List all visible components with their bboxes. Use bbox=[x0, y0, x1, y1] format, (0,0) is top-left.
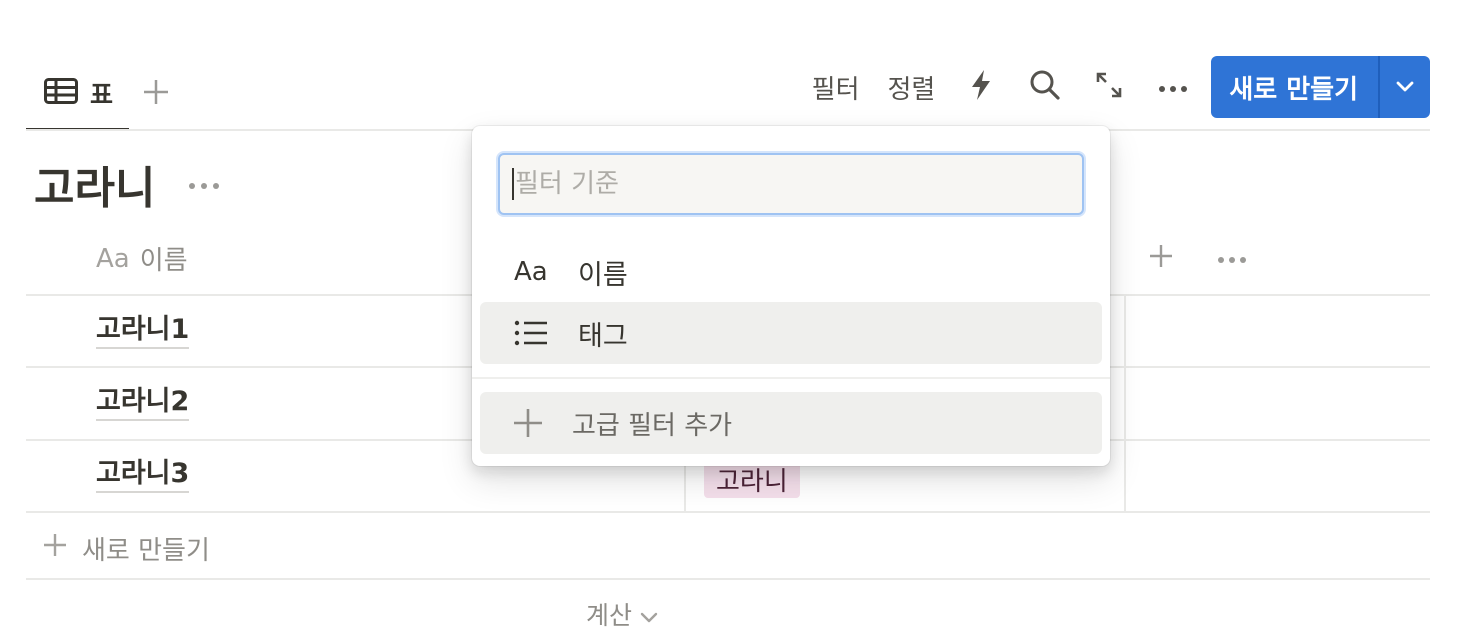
filter-popup: Aa 이름 태그 고급 필터 추가 bbox=[472, 126, 1110, 466]
expand-arrows-icon bbox=[1094, 70, 1124, 104]
column-header-name[interactable]: Aa 이름 bbox=[96, 240, 188, 277]
new-record-button[interactable]: 새로 만들기 bbox=[1211, 56, 1378, 118]
database-title[interactable]: 고라니 bbox=[34, 152, 155, 216]
calculate-button[interactable]: 계산 bbox=[586, 596, 658, 632]
new-row-button[interactable]: 새로 만들기 bbox=[42, 530, 210, 567]
text-type-icon: Aa bbox=[514, 257, 548, 287]
popup-divider bbox=[472, 377, 1110, 379]
add-column-button[interactable] bbox=[1146, 243, 1176, 273]
view-tabs: 표 bbox=[26, 56, 171, 132]
list-icon bbox=[480, 320, 550, 346]
column-header-name-label: 이름 bbox=[139, 246, 188, 276]
plus-icon bbox=[1148, 243, 1174, 273]
column-divider bbox=[1124, 295, 1126, 512]
database-title-more-button[interactable] bbox=[186, 172, 222, 196]
tab-table-label: 표 bbox=[90, 79, 114, 109]
chevron-down-icon bbox=[640, 600, 658, 629]
add-advanced-filter-label: 고급 필터 추가 bbox=[572, 410, 733, 441]
automation-button[interactable] bbox=[949, 63, 1013, 111]
chevron-down-icon bbox=[1395, 78, 1415, 97]
calculate-label: 계산 bbox=[586, 601, 633, 630]
plus-icon bbox=[142, 78, 170, 110]
new-record-button-group: 새로 만들기 bbox=[1211, 56, 1430, 118]
add-view-button[interactable] bbox=[141, 79, 171, 109]
table-row-name[interactable]: 고라니1 bbox=[96, 313, 190, 349]
add-advanced-filter-button[interactable]: 고급 필터 추가 bbox=[480, 392, 1102, 454]
filter-option-label: 태그 bbox=[578, 320, 628, 352]
filter-search-box bbox=[498, 153, 1084, 215]
tab-table-view[interactable]: 표 bbox=[26, 57, 130, 131]
filter-option-label: 이름 bbox=[578, 259, 628, 291]
sort-button[interactable]: 정렬 bbox=[874, 69, 950, 106]
filter-search-input[interactable] bbox=[514, 169, 1082, 199]
filter-button[interactable]: 필터 bbox=[798, 69, 874, 106]
text-type-icon: Aa bbox=[96, 243, 130, 274]
view-toolbar: 필터 정렬 새로 만들기 bbox=[798, 56, 1430, 118]
plus-icon bbox=[480, 407, 560, 439]
column-more-button[interactable] bbox=[1214, 248, 1250, 268]
table-row-name[interactable]: 고라니3 bbox=[96, 457, 190, 493]
more-dots-icon bbox=[1217, 249, 1247, 268]
row-divider bbox=[26, 511, 1430, 513]
table-row-name[interactable]: 고라니2 bbox=[96, 385, 190, 421]
more-options-button[interactable] bbox=[1141, 63, 1205, 111]
text-cursor bbox=[512, 168, 514, 200]
search-button[interactable] bbox=[1013, 63, 1077, 111]
plus-icon bbox=[42, 532, 68, 565]
new-row-label: 새로 만들기 bbox=[82, 536, 210, 566]
more-dots-icon bbox=[187, 175, 221, 194]
filter-option-name[interactable]: Aa 이름 bbox=[480, 241, 1102, 303]
search-icon bbox=[1029, 69, 1061, 105]
new-record-dropdown-button[interactable] bbox=[1380, 56, 1430, 118]
lightning-icon bbox=[970, 69, 992, 105]
table-footer-divider bbox=[26, 578, 1430, 580]
filter-option-tag[interactable]: 태그 bbox=[480, 302, 1102, 364]
expand-button[interactable] bbox=[1077, 63, 1141, 111]
table-icon bbox=[44, 77, 78, 108]
more-dots-icon bbox=[1158, 78, 1188, 97]
